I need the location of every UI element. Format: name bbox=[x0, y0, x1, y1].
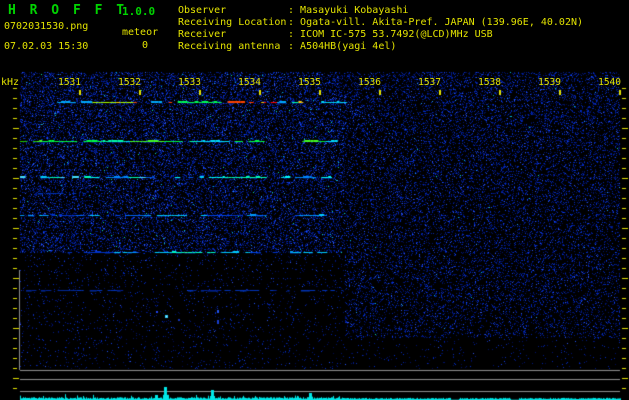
observation-row-label: Receiver bbox=[178, 29, 227, 40]
spectrogram-canvas bbox=[0, 0, 629, 400]
time-tick-label-1534: 1534 bbox=[238, 77, 261, 88]
time-tick-label-1532: 1532 bbox=[118, 77, 141, 88]
observation-row-1: Receiving Location: Ogata-vill. Akita-Pr… bbox=[178, 17, 583, 29]
output-filename: 0702031530.png bbox=[4, 21, 89, 32]
observation-datetime: 07.02.03 15:30 bbox=[4, 41, 89, 52]
y-axis-unit-label: kHz bbox=[1, 77, 20, 88]
time-tick-label-1531: 1531 bbox=[58, 77, 81, 88]
meteor-counter-label: meteor bbox=[122, 27, 159, 38]
observation-row-label: Observer bbox=[178, 5, 227, 16]
meteor-counter-value: 0 bbox=[141, 40, 149, 51]
observation-row-value: A504HB(yagi 4el) bbox=[300, 41, 397, 52]
observation-row-label: Receiving Location bbox=[178, 17, 287, 28]
observation-row-colon: : bbox=[288, 41, 301, 52]
observation-info-block: Observer: Masayuki Kobayashi Receiving Lo… bbox=[178, 5, 583, 53]
observation-row-2: Receiver: ICOM IC-575 53.7492(@LCD)MHz U… bbox=[178, 29, 583, 41]
observation-row-value: ICOM IC-575 53.7492(@LCD)MHz USB bbox=[300, 29, 493, 40]
time-tick-label-1540: 1540 bbox=[598, 77, 621, 88]
time-tick-label-1535: 1535 bbox=[298, 77, 321, 88]
time-tick-label-1538: 1538 bbox=[478, 77, 501, 88]
observation-row-value: Ogata-vill. Akita-Pref. JAPAN (139.96E, … bbox=[300, 17, 584, 28]
hrofft-window: H R O F F T 1.0.0 0702031530.png meteor … bbox=[0, 0, 629, 400]
app-title: H R O F F T bbox=[8, 3, 128, 18]
observation-row-colon: : bbox=[288, 5, 301, 16]
time-tick-label-1537: 1537 bbox=[418, 77, 441, 88]
time-tick-label-1536: 1536 bbox=[358, 77, 381, 88]
observation-row-3: Receiving antenna: A504HB(yagi 4el) bbox=[178, 41, 583, 53]
time-tick-label-1539: 1539 bbox=[538, 77, 561, 88]
time-tick-label-1533: 1533 bbox=[178, 77, 201, 88]
observation-row-0: Observer: Masayuki Kobayashi bbox=[178, 5, 583, 17]
observation-row-colon: : bbox=[288, 29, 301, 40]
observation-row-colon: : bbox=[288, 17, 301, 28]
observation-row-value: Masayuki Kobayashi bbox=[300, 5, 409, 16]
app-version: 1.0.0 bbox=[122, 5, 156, 18]
observation-row-label: Receiving antenna bbox=[178, 41, 281, 52]
